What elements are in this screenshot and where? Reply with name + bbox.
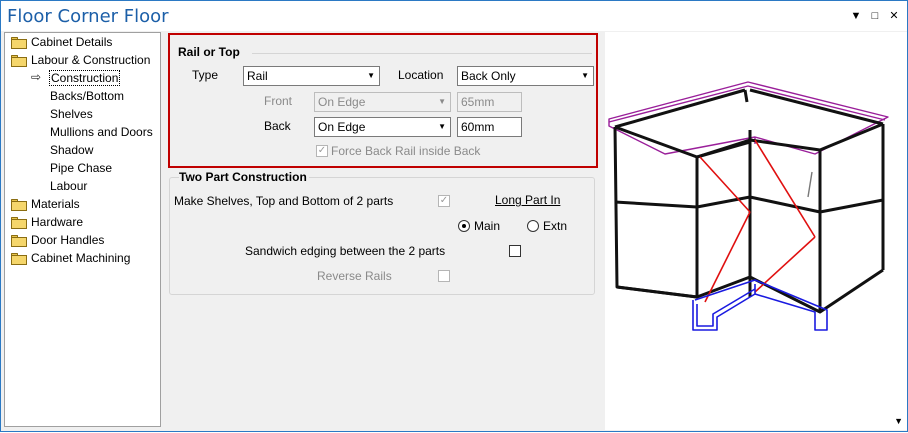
location-select[interactable]: Back Only ▼ — [457, 66, 594, 86]
back-size-input[interactable]: 60mm — [457, 117, 522, 137]
folder-icon — [11, 217, 27, 229]
long-part-in-label: Long Part In — [495, 193, 561, 207]
chevron-down-icon: ▼ — [438, 122, 446, 131]
front-select[interactable]: On Edge ▼ — [314, 92, 451, 112]
tree-item-pipe-chase[interactable]: Pipe Chase — [50, 160, 112, 177]
back-label: Back — [264, 119, 291, 133]
force-back-rail-checkbox[interactable]: ✓ — [316, 145, 328, 157]
navigation-tree: Cabinet Details Labour & Construction ⇨ … — [4, 32, 161, 427]
chevron-down-icon: ▼ — [367, 71, 375, 80]
tree-item-construction[interactable]: Construction — [49, 70, 121, 87]
tree-item-shadow[interactable]: Shadow — [50, 142, 93, 159]
close-icon[interactable]: ✕ — [887, 9, 901, 23]
chevron-down-icon: ▼ — [438, 97, 446, 106]
folder-icon — [11, 253, 27, 265]
location-label: Location — [398, 68, 444, 82]
type-label: Type — [192, 68, 219, 82]
make-two-parts-label: Make Shelves, Top and Bottom of 2 parts — [174, 194, 394, 208]
force-back-rail-label: Force Back Rail inside Back — [331, 144, 481, 158]
front-label: Front — [264, 94, 293, 108]
rail-group-title: Rail or Top — [178, 45, 240, 59]
arrow-right-icon: ⇨ — [31, 70, 42, 84]
two-part-group-title: Two Part Construction — [179, 170, 309, 184]
type-select[interactable]: Rail ▼ — [243, 66, 380, 86]
pin-dropdown-icon[interactable]: ▼ — [849, 9, 863, 23]
chevron-down-icon: ▼ — [581, 71, 589, 80]
reverse-rails-label: Reverse Rails — [317, 269, 392, 283]
folder-icon — [11, 235, 27, 247]
corner-cabinet-drawing — [608, 81, 889, 331]
tree-item-shelves[interactable]: Shelves — [50, 106, 93, 123]
tree-item-backs-bottom[interactable]: Backs/Bottom — [50, 88, 124, 105]
title-bar: Floor Corner Floor ▼ □ ✕ — [1, 1, 907, 31]
tree-item-mullions-doors[interactable]: Mullions and Doors — [50, 124, 153, 141]
folder-icon — [11, 199, 27, 211]
reverse-rails-checkbox[interactable] — [438, 270, 450, 282]
main-radio-label: Main — [474, 219, 501, 233]
scroll-down-icon[interactable]: ▼ — [894, 416, 903, 426]
rail-or-top-group: Rail or Top Type Rail ▼ Location Back Onl… — [168, 33, 598, 168]
sandwich-edging-label: Sandwich edging between the 2 parts — [245, 244, 446, 258]
front-size-input[interactable]: 65mm — [457, 92, 522, 112]
main-radio[interactable] — [458, 220, 470, 232]
window: Floor Corner Floor ▼ □ ✕ Cabinet Details… — [0, 0, 908, 432]
construction-form: Rail or Top Type Rail ▼ Location Back Onl… — [163, 32, 603, 427]
folder-icon — [11, 37, 27, 49]
tree-item-labour[interactable]: Labour — [50, 178, 87, 195]
sandwich-edging-checkbox[interactable] — [509, 245, 521, 257]
cabinet-3d-preview[interactable]: ▼ — [605, 32, 907, 430]
extn-radio-label: Extn — [543, 219, 568, 233]
back-select[interactable]: On Edge ▼ — [314, 117, 451, 137]
window-title: Floor Corner Floor — [7, 6, 169, 27]
extn-radio[interactable] — [527, 220, 539, 232]
two-part-construction-group: Two Part Construction Make Shelves, Top … — [169, 170, 595, 295]
group-divider — [252, 53, 592, 54]
restore-icon[interactable]: □ — [868, 9, 882, 23]
folder-icon — [11, 55, 27, 67]
make-two-parts-checkbox[interactable]: ✓ — [438, 195, 450, 207]
